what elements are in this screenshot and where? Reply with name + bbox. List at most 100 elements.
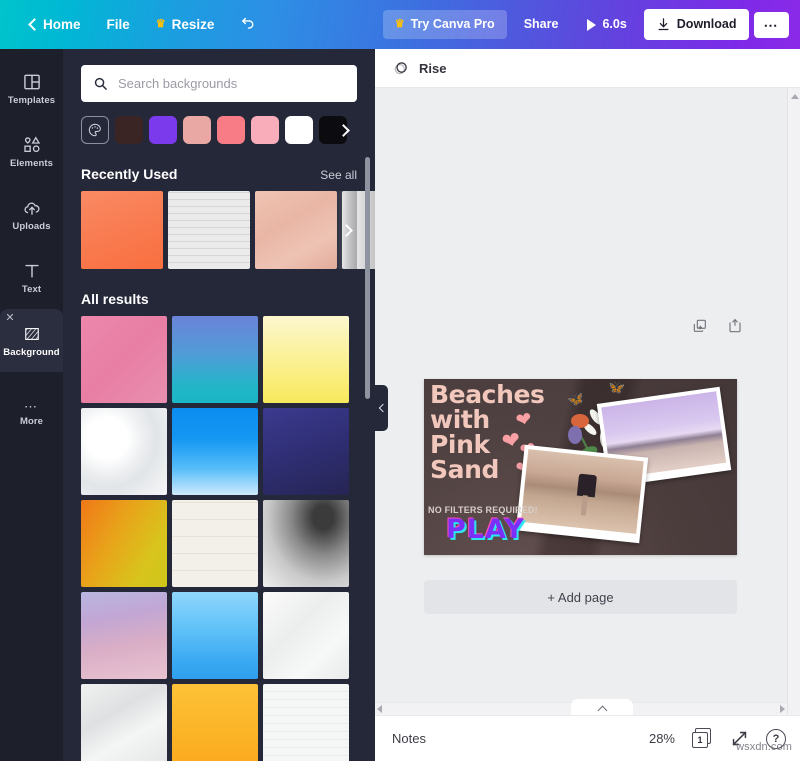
list-item[interactable] [263, 408, 349, 495]
page-tools [692, 318, 743, 334]
swatch-3[interactable] [217, 116, 245, 144]
chevron-left-icon [379, 405, 385, 411]
download-arrow-icon [656, 17, 671, 32]
sidebar-item-text[interactable]: Text [0, 246, 63, 309]
swatch-4[interactable] [251, 116, 279, 144]
list-item[interactable] [263, 316, 349, 403]
home-button[interactable]: Home [14, 11, 94, 39]
recently-used-row [81, 191, 357, 269]
sidebar-item-label: Background [3, 347, 59, 358]
swatch-2[interactable] [183, 116, 211, 144]
color-picker-button[interactable] [81, 116, 109, 144]
canvas-scroll-area: Beaches with Pink Sand ❤ ❤ ❤ ❤ 🦋 🦋 🦋 [375, 88, 800, 761]
share-label: Share [524, 18, 559, 31]
text-t-icon [22, 261, 42, 281]
list-item[interactable] [168, 191, 250, 269]
sidebar-item-templates[interactable]: Templates [0, 57, 63, 120]
resize-label: Resize [172, 18, 215, 32]
download-button[interactable]: Download [644, 9, 749, 40]
sidebar-item-elements[interactable]: Elements [0, 120, 63, 183]
file-label: File [107, 18, 130, 32]
panel-scrollbar-track[interactable] [365, 57, 370, 761]
more-options-button[interactable]: ⋯ [754, 12, 790, 38]
design-page-thumbnail[interactable]: Beaches with Pink Sand ❤ ❤ ❤ ❤ 🦋 🦋 🦋 [424, 379, 737, 555]
see-all-link[interactable]: See all [320, 168, 357, 182]
question-circle-icon[interactable]: ? [766, 729, 786, 749]
search-bar[interactable] [81, 65, 357, 102]
status-bar-right: 28% 1 ? [649, 728, 786, 749]
collapse-panel-handle[interactable] [375, 385, 388, 431]
duplicate-page-icon[interactable] [692, 318, 708, 334]
chevron-right-icon [339, 126, 347, 134]
section-title: Recently Used [81, 166, 177, 182]
panel-scrollbar-thumb[interactable] [365, 157, 370, 399]
list-item[interactable] [263, 684, 349, 761]
swatch-0[interactable] [115, 116, 143, 144]
list-item[interactable] [263, 500, 349, 587]
person-silhouette [577, 474, 597, 498]
download-label: Download [677, 18, 737, 31]
list-item[interactable] [81, 316, 167, 403]
add-page-button[interactable]: + Add page [424, 580, 737, 614]
document-name[interactable]: Rise [419, 61, 446, 76]
page-stack-icon[interactable]: 1 [692, 728, 713, 749]
swatch-1[interactable] [149, 116, 177, 144]
background-panel: Recently Used See all All results [63, 49, 375, 761]
duration-label: 6.0s [602, 18, 626, 31]
list-item[interactable] [172, 684, 258, 761]
recently-used-next-button[interactable] [335, 191, 357, 269]
vertical-scrollbar[interactable] [787, 88, 800, 761]
color-palette-icon [87, 122, 103, 138]
list-item[interactable] [81, 592, 167, 679]
photo-image [521, 449, 644, 534]
list-item[interactable] [255, 191, 337, 269]
sidebar-item-uploads[interactable]: Uploads [0, 183, 63, 246]
list-item[interactable] [172, 316, 258, 403]
resize-button[interactable]: ♛ Resize [143, 11, 228, 39]
sidebar-item-more[interactable]: ⋯ More [0, 382, 63, 445]
add-page-label: + Add page [547, 590, 613, 605]
list-item[interactable] [81, 500, 167, 587]
all-results-header: All results [81, 291, 357, 307]
undo-button[interactable] [227, 9, 270, 40]
sidebar-item-background[interactable]: ✕ Background [0, 309, 63, 372]
try-canva-pro-button[interactable]: ♛ Try Canva Pro [383, 10, 507, 39]
list-item[interactable] [81, 408, 167, 495]
search-input[interactable] [118, 76, 345, 91]
chevron-right-icon [342, 226, 350, 234]
caret-up-icon [598, 705, 606, 713]
section-title: All results [81, 291, 149, 307]
list-item[interactable] [81, 191, 163, 269]
add-page-icon[interactable] [727, 318, 743, 334]
file-menu-button[interactable]: File [94, 11, 143, 39]
list-item[interactable] [81, 684, 167, 761]
headline-line-1: Beaches [430, 382, 565, 407]
sidebar-item-label: Uploads [12, 221, 50, 232]
play-preview-button[interactable]: 6.0s [575, 10, 638, 39]
expand-diagonal-icon[interactable] [730, 729, 749, 748]
header-left-nav: Home File ♛ Resize [0, 9, 270, 40]
list-item[interactable] [172, 500, 258, 587]
zoom-level[interactable]: 28% [649, 731, 675, 746]
swatch-5[interactable] [285, 116, 313, 144]
home-label: Home [43, 18, 81, 32]
document-bar: Rise [375, 49, 800, 88]
sidebar-item-label: Templates [8, 95, 55, 106]
background-results-grid [81, 316, 357, 761]
notes-button[interactable]: Notes [392, 731, 426, 746]
triangle-up-icon [791, 94, 799, 99]
notes-expand-tab[interactable] [571, 699, 633, 715]
swatches-next-button[interactable] [329, 116, 357, 144]
design-cta-text: PLAY [446, 514, 525, 545]
header-right-actions: ♛ Try Canva Pro Share 6.0s Download ⋯ [383, 9, 800, 40]
list-item[interactable] [172, 408, 258, 495]
scroll-up-button[interactable] [788, 90, 800, 103]
close-x-icon[interactable]: ✕ [5, 313, 15, 323]
list-item[interactable] [263, 592, 349, 679]
triangle-right-icon[interactable] [780, 705, 785, 713]
hatch-pattern-icon [22, 324, 42, 344]
share-button[interactable]: Share [512, 10, 571, 39]
list-item[interactable] [172, 592, 258, 679]
triangle-left-icon[interactable] [377, 705, 382, 713]
panel-content: Recently Used See all All results [63, 49, 375, 761]
